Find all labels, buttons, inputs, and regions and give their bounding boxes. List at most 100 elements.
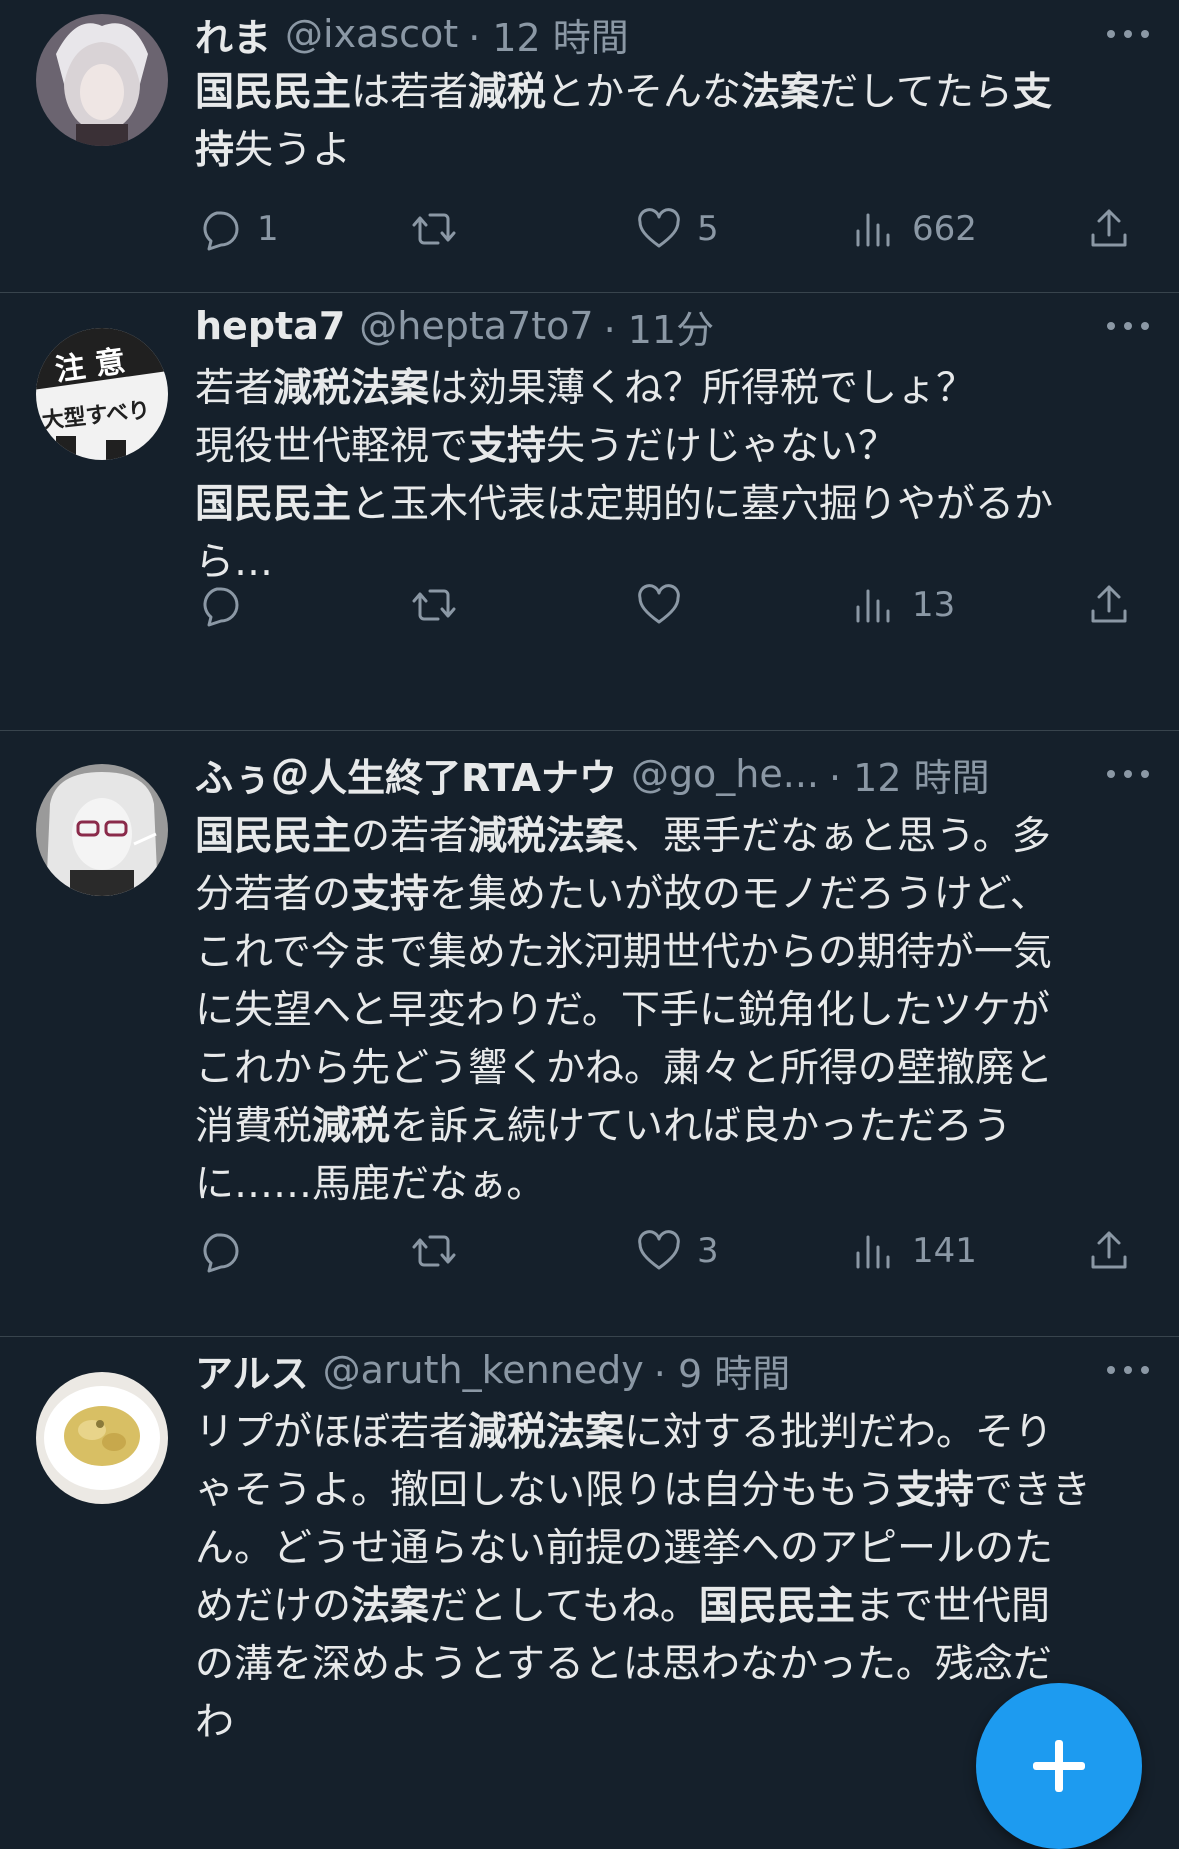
retweet-button[interactable] (410, 1221, 472, 1281)
tweet-text: 若者減税法案は効果薄くね？所得税でしょ？ 現役世代軽視で支持失うだけじゃない？ 国民… (195, 360, 1125, 592)
tweet-text: 国民民主は若者減税とかそんな法案だしてたら支 持失うよ (195, 64, 1125, 180)
highlighted-keyword: 減税 (468, 70, 547, 115)
heart-icon (635, 1227, 683, 1275)
text-line: ん。どうせ通らない前提の選挙へのアピールのた (195, 1520, 1125, 1578)
timestamp[interactable]: · 11分 (604, 299, 715, 354)
handle[interactable]: @go_he... (631, 752, 819, 796)
text-segment: まで世代間 (854, 1584, 1050, 1629)
views-button[interactable]: 662 (850, 199, 977, 259)
views-icon (850, 1227, 898, 1275)
text-segment: めだけの (195, 1584, 352, 1629)
views-count: 141 (912, 1231, 977, 1271)
timestamp[interactable]: · 12 時間 (468, 7, 629, 62)
highlighted-keyword: 支 (1012, 70, 1052, 115)
text-segment: 失うよ (234, 128, 352, 173)
text-segment: の若者 (351, 814, 469, 859)
tweet[interactable]: 注 意大型すべり hepta7 @hepta7to7 · 11分 若者減税法案は… (0, 292, 1179, 731)
tweet-header: アルス @aruth_kennedy · 9 時間 (195, 1340, 1089, 1400)
avatar[interactable]: 注 意大型すべり (36, 328, 168, 460)
display-name[interactable]: ふぅ＠人生終了RTAナウ (195, 747, 617, 802)
reply-icon (195, 1227, 243, 1275)
text-segment: だしてたら (819, 70, 1013, 115)
text-segment: できき (973, 1468, 1091, 1513)
text-segment: は効果薄くね？所得税でしょ？ (429, 366, 976, 411)
highlighted-keyword: 法案 (741, 70, 820, 115)
highlighted-keyword: 減税 (312, 1104, 391, 1149)
compose-plus-icon (1033, 1740, 1085, 1792)
reply-button[interactable]: 1 (195, 199, 279, 259)
views-icon (850, 205, 898, 253)
text-segment: 若者 (195, 366, 274, 411)
reply-button[interactable] (195, 575, 257, 635)
heart-icon (635, 581, 683, 629)
avatar[interactable] (36, 1372, 168, 1504)
share-button[interactable] (1085, 199, 1133, 259)
display-name[interactable]: れま (195, 7, 271, 62)
highlighted-keyword: 国民民主 (195, 70, 352, 115)
tweet-header: hepta7 @hepta7to7 · 11分 (195, 296, 1089, 356)
retweet-button[interactable] (410, 199, 472, 259)
text-line: これで今まで集めた氷河期世代からの期待が一気 (195, 924, 1125, 982)
text-segment: を集めたいが故のモノだろうけど、 (429, 872, 1049, 917)
text-segment: に対する批判だわ。そり (624, 1410, 1054, 1455)
tweet[interactable]: れま @ixascot · 12 時間 国民民主は若者減税とかそんな法案だしてた… (0, 0, 1179, 293)
reply-icon (195, 205, 243, 253)
highlighted-keyword: 支持 (468, 424, 547, 469)
tweet-header: れま @ixascot · 12 時間 (195, 4, 1089, 64)
share-icon (1085, 581, 1133, 629)
handle[interactable]: @aruth_kennedy (323, 1348, 644, 1392)
compose-button[interactable] (976, 1683, 1142, 1849)
share-icon (1085, 1227, 1133, 1275)
highlighted-keyword: 持 (195, 128, 235, 173)
text-line: の溝を深めようとするとは思わなかった。残念だ (195, 1636, 1125, 1694)
like-button[interactable]: 3 (635, 1221, 719, 1281)
like-button[interactable] (635, 575, 697, 635)
action-bar: 3 141 (195, 1221, 1135, 1281)
reply-button[interactable] (195, 1221, 257, 1281)
likes-count: 3 (697, 1231, 719, 1271)
views-button[interactable]: 13 (850, 575, 955, 635)
highlighted-keyword: 法案 (351, 1584, 430, 1629)
heart-icon (635, 205, 683, 253)
replies-count: 1 (257, 209, 279, 249)
text-segment: だとしてもね。 (429, 1584, 699, 1629)
handle[interactable]: @ixascot (285, 12, 458, 56)
text-segment: 消費税 (195, 1104, 313, 1149)
text-segment: これで今まで集めた氷河期世代からの期待が一気 (195, 930, 1052, 975)
highlighted-keyword: 減税法案 (468, 814, 625, 859)
text-segment: 、悪手だなぁと思う。多 (624, 814, 1051, 859)
retweet-button[interactable] (410, 575, 472, 635)
share-button[interactable] (1085, 575, 1133, 635)
text-segment: ゃそうよ。撤回しない限りは自分ももう (195, 1468, 896, 1513)
text-line: 国民民主の若者減税法案、悪手だなぁと思う。多 (195, 808, 1125, 866)
like-button[interactable]: 5 (635, 199, 719, 259)
highlighted-keyword: 国民民主 (195, 814, 352, 859)
tweet[interactable]: ふぅ＠人生終了RTAナウ @go_he... · 12 時間 国民民主の若者減税… (0, 730, 1179, 1337)
views-button[interactable]: 141 (850, 1221, 977, 1281)
text-line: 持失うよ (195, 122, 1125, 180)
views-count: 13 (912, 585, 956, 625)
more-icon[interactable] (1103, 14, 1153, 54)
share-button[interactable] (1085, 1221, 1133, 1281)
timestamp[interactable]: · 12 時間 (829, 747, 990, 802)
more-icon[interactable] (1103, 1350, 1153, 1390)
more-icon[interactable] (1103, 754, 1153, 794)
text-segment: に……馬鹿だなぁ。 (195, 1162, 546, 1207)
text-line: リプがほぼ若者減税法案に対する批判だわ。そり (195, 1404, 1125, 1462)
display-name[interactable]: アルス (195, 1343, 309, 1398)
text-line: 若者減税法案は効果薄くね？所得税でしょ？ (195, 360, 1125, 418)
avatar[interactable] (36, 14, 168, 146)
text-segment: これから先どう響くかね。粛々と所得の壁撤廃と (195, 1046, 1054, 1091)
timestamp[interactable]: · 9 時間 (654, 1343, 790, 1398)
highlighted-keyword: 減税法案 (468, 1410, 625, 1455)
avatar[interactable] (36, 764, 168, 896)
text-segment: 分若者の (195, 872, 352, 917)
handle[interactable]: @hepta7to7 (359, 304, 593, 348)
text-line: 分若者の支持を集めたいが故のモノだろうけど、 (195, 866, 1125, 924)
text-line: めだけの法案だとしてもね。国民民主まで世代間 (195, 1578, 1125, 1636)
retweet-icon (410, 581, 458, 629)
display-name[interactable]: hepta7 (195, 304, 345, 348)
tweet-text: 国民民主の若者減税法案、悪手だなぁと思う。多 分若者の支持を集めたいが故のモノだろ… (195, 808, 1125, 1214)
more-icon[interactable] (1103, 306, 1153, 346)
highlighted-keyword: 国民民主 (195, 482, 352, 527)
